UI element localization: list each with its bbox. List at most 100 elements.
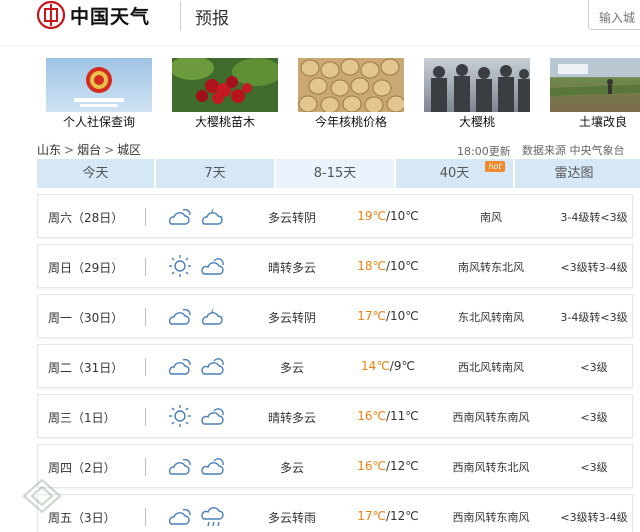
walnut-photo bbox=[298, 58, 404, 112]
tab-radar[interactable]: 雷达图 bbox=[515, 159, 633, 188]
ad-item-cherry-seedlings[interactable]: 大樱桃苗木 bbox=[172, 58, 278, 130]
wind-direction: 西南风转东南风 bbox=[452, 411, 530, 424]
temp-low: /12℃ bbox=[385, 459, 419, 473]
temp-low: /10℃ bbox=[385, 209, 419, 223]
sunny-icon bbox=[169, 255, 191, 277]
temp-high: 17℃ bbox=[357, 309, 386, 323]
row-divider bbox=[145, 208, 146, 226]
day-label: 周一（30日） bbox=[48, 311, 124, 325]
temperature: 17℃/10℃ bbox=[348, 309, 428, 323]
breadcrumb-separator: > bbox=[64, 143, 75, 157]
wind-level: <3级转3-4级 bbox=[560, 261, 628, 274]
temp-low: /10℃ bbox=[385, 259, 419, 273]
partly-cloudy-icon bbox=[168, 508, 191, 525]
ad-item-soil-improvement[interactable]: 土壤改良 bbox=[550, 58, 640, 130]
crowd-photo bbox=[424, 58, 530, 112]
ad-item-walnut-price[interactable]: 今年核桃价格 bbox=[298, 58, 404, 130]
hot-badge: hot bbox=[485, 161, 505, 172]
cloud-icon bbox=[201, 358, 224, 375]
wind-direction: 西北风转南风 bbox=[458, 361, 524, 374]
temperature: 18℃/10℃ bbox=[348, 259, 428, 273]
day-label: 周四（2日） bbox=[48, 461, 116, 475]
search-input[interactable] bbox=[588, 0, 640, 30]
update-time: 18:00更新 bbox=[457, 145, 511, 158]
weather-desc: 多云转雨 bbox=[267, 511, 316, 525]
tab-7-days[interactable]: 7天 bbox=[156, 159, 274, 188]
ad-caption: 今年核桃价格 bbox=[314, 115, 387, 129]
temp-high: 14℃ bbox=[361, 359, 390, 373]
weather-desc: 晴转多云 bbox=[267, 411, 316, 425]
temp-low: /11℃ bbox=[385, 409, 419, 423]
data-source: 数据来源 中央气象台 bbox=[522, 144, 625, 157]
tab-today[interactable]: 今天 bbox=[37, 159, 154, 188]
forecast-row[interactable]: 周六（28日） 多云转阴 19℃/10℃ 南风 3-4级转<3级 bbox=[37, 194, 633, 238]
national-emblem-icon bbox=[46, 58, 152, 112]
wind-level: <3级 bbox=[580, 461, 608, 474]
weather-desc: 多云 bbox=[279, 461, 304, 475]
weather-desc: 晴转多云 bbox=[267, 261, 316, 275]
cloudy-night-icon bbox=[201, 208, 223, 225]
temperature: 16℃/12℃ bbox=[348, 459, 428, 473]
row-divider bbox=[145, 458, 146, 476]
temperature: 17℃/12℃ bbox=[348, 509, 428, 523]
site-header: 中国天气 预报 bbox=[0, 0, 640, 46]
wind-direction: 东北风转南风 bbox=[458, 311, 524, 324]
temp-high: 19℃ bbox=[357, 209, 386, 223]
ad-caption: 大樱桃苗木 bbox=[194, 115, 255, 129]
breadcrumb: 山东 > 烟台 > 城区 bbox=[37, 141, 141, 158]
weather-desc: 多云 bbox=[279, 361, 304, 375]
forecast-row[interactable]: 周四（2日） 多云 16℃/12℃ 西南风转东北风 <3级 bbox=[37, 444, 633, 488]
temp-low: /9℃ bbox=[389, 359, 415, 373]
forecast-row[interactable]: 周五（3日） 多云转雨 17℃/12℃ 西南风转东南风 <3级转3-4级 bbox=[37, 494, 633, 532]
cloud-icon bbox=[201, 458, 224, 475]
ad-item-social-security[interactable]: 个人社保查询 bbox=[46, 58, 152, 130]
ad-caption: 大樱桃 bbox=[458, 115, 495, 129]
section-title[interactable]: 预报 bbox=[195, 4, 229, 29]
cloud-icon bbox=[201, 408, 224, 425]
breadcrumb-district: 城区 bbox=[117, 143, 142, 157]
tab-8-15-days[interactable]: 8-15天 bbox=[276, 159, 394, 188]
cloud-icon bbox=[201, 258, 224, 275]
forecast-row[interactable]: 周二（31日） 多云 14℃/9℃ 西北风转南风 <3级 bbox=[37, 344, 633, 388]
breadcrumb-province[interactable]: 山东 bbox=[37, 143, 61, 157]
day-label: 周二（31日） bbox=[48, 361, 124, 375]
ad-caption: 个人社保查询 bbox=[62, 115, 135, 129]
wind-direction: 南风转东北风 bbox=[458, 261, 524, 274]
forecast-row[interactable]: 周一（30日） 多云转阴 17℃/10℃ 东北风转南风 3-4级转<3级 bbox=[37, 294, 633, 338]
rain-cloud-icon bbox=[201, 507, 224, 527]
watermark-logo-icon bbox=[22, 478, 62, 514]
temp-low: /12℃ bbox=[385, 509, 419, 523]
farmland-photo bbox=[550, 58, 640, 112]
wind-direction: 西南风转东北风 bbox=[452, 461, 530, 474]
partly-cloudy-icon bbox=[168, 458, 191, 475]
weather-desc: 多云转阴 bbox=[267, 311, 316, 325]
wind-direction: 西南风转东南风 bbox=[452, 511, 530, 524]
temp-high: 18℃ bbox=[357, 259, 386, 273]
temp-high: 16℃ bbox=[357, 409, 386, 423]
ad-caption: 土壤改良 bbox=[578, 115, 627, 129]
temperature: 14℃/9℃ bbox=[348, 359, 428, 373]
site-title[interactable]: 中国天气 bbox=[70, 2, 150, 29]
day-label: 周六（28日） bbox=[48, 211, 124, 225]
ad-strip: 个人社保查询 大樱桃苗木 今年核桃价格 大樱桃 土壤改良 bbox=[46, 58, 640, 132]
forecast-tabs: 今天 7天 8-15天 40天 雷达图 bbox=[37, 159, 640, 188]
breadcrumb-city[interactable]: 烟台 bbox=[77, 143, 101, 157]
day-label: 周日（29日） bbox=[48, 261, 124, 275]
logo-seal-icon[interactable] bbox=[36, 0, 66, 30]
forecast-row[interactable]: 周三（1日） 晴转多云 16℃/11℃ 西南风转东南风 <3级 bbox=[37, 394, 633, 438]
temp-high: 16℃ bbox=[357, 459, 386, 473]
weather-desc: 多云转阴 bbox=[267, 211, 316, 225]
sunny-icon bbox=[169, 405, 191, 427]
wind-direction: 南风 bbox=[480, 211, 502, 224]
wind-level: <3级 bbox=[580, 361, 608, 374]
partly-cloudy-icon bbox=[168, 308, 191, 325]
header-divider bbox=[180, 2, 181, 30]
wind-level: 3-4级转<3级 bbox=[560, 311, 628, 324]
day-label: 周三（1日） bbox=[48, 411, 116, 425]
wind-level: 3-4级转<3级 bbox=[560, 211, 628, 224]
wind-level: <3级 bbox=[580, 411, 608, 424]
temperature: 19℃/10℃ bbox=[348, 209, 428, 223]
temp-high: 17℃ bbox=[357, 509, 386, 523]
forecast-row[interactable]: 周日（29日） 晴转多云 18℃/10℃ 南风转东北风 <3级转3-4级 bbox=[37, 244, 633, 288]
ad-item-big-cherry[interactable]: 大樱桃 bbox=[424, 58, 530, 130]
